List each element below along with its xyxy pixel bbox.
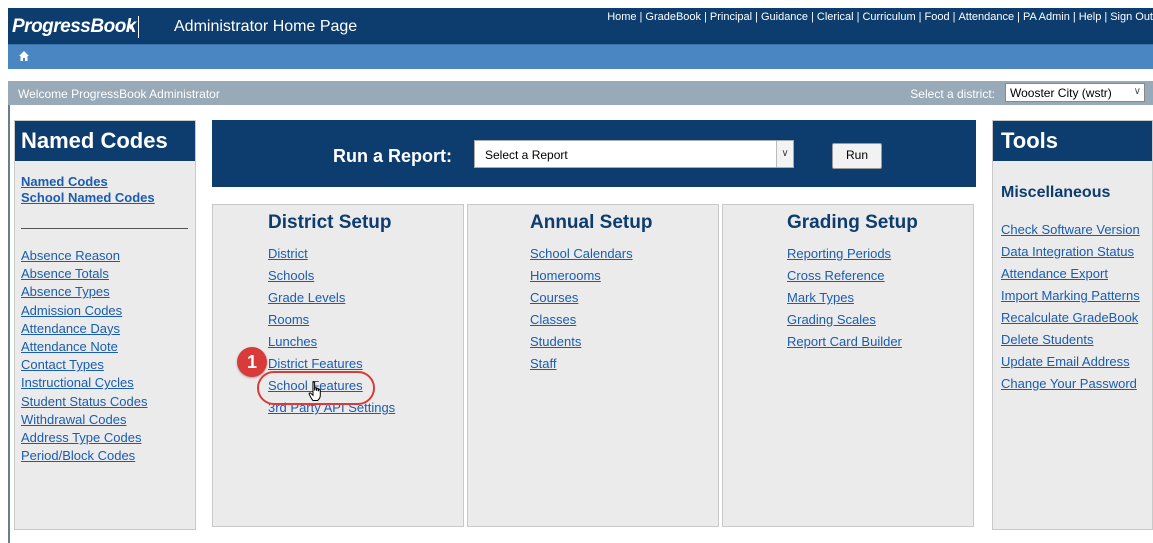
link-absence-reason[interactable]: Absence Reason <box>21 248 120 263</box>
link-attendance-export[interactable]: Attendance Export <box>1001 266 1108 281</box>
page-left-border <box>8 105 10 543</box>
link-address-type-codes[interactable]: Address Type Codes <box>21 430 141 445</box>
link-lunches[interactable]: Lunches <box>268 334 317 349</box>
nav-home[interactable]: Home <box>607 11 636 23</box>
breadcrumb <box>8 44 1153 69</box>
top-header: ProgressBook ▾ Administrator Home Page H… <box>8 8 1153 44</box>
nav-clerical[interactable]: Clerical <box>817 11 854 23</box>
nav-food[interactable]: Food <box>925 11 950 23</box>
link-grading-scales[interactable]: Grading Scales <box>787 312 876 327</box>
link-grade-levels[interactable]: Grade Levels <box>268 290 345 305</box>
miscellaneous-heading: Miscellaneous <box>1001 184 1111 201</box>
run-report-label: Run a Report: <box>333 146 452 166</box>
tools-list: Check Software Version Data Integration … <box>1001 219 1140 395</box>
nav-principal[interactable]: Principal <box>710 11 752 23</box>
named-codes-list: Absence Reason Absence Totals Absence Ty… <box>21 247 147 465</box>
nav-attendance[interactable]: Attendance <box>958 11 1014 23</box>
annual-setup-title: Annual Setup <box>530 212 653 233</box>
link-update-email-address[interactable]: Update Email Address <box>1001 354 1130 369</box>
report-select[interactable]: Select a Report ∨ <box>474 140 794 168</box>
nav-pa-admin[interactable]: PA Admin <box>1023 11 1070 23</box>
link-instructional-cycles[interactable]: Instructional Cycles <box>21 375 134 390</box>
link-contact-types[interactable]: Contact Types <box>21 357 104 372</box>
named-codes-top-links: Named Codes School Named Codes <box>21 174 155 206</box>
grading-setup-panel: Grading Setup Reporting Periods Cross Re… <box>722 204 974 527</box>
link-check-software-version[interactable]: Check Software Version <box>1001 222 1140 237</box>
district-select-value: Wooster City (wstr) <box>1010 86 1112 100</box>
report-select-value: Select a Report <box>485 148 568 162</box>
run-report-bar: Run a Report: Select a Report ∨ Run <box>212 120 976 187</box>
district-select[interactable]: Wooster City (wstr) ∨ <box>1005 83 1145 102</box>
welcome-text: Welcome ProgressBook Administrator <box>18 87 220 101</box>
link-period-block-codes[interactable]: Period/Block Codes <box>21 448 135 463</box>
link-recalculate-gradebook[interactable]: Recalculate GradeBook <box>1001 310 1138 325</box>
link-absence-totals[interactable]: Absence Totals <box>21 266 109 281</box>
link-mark-types[interactable]: Mark Types <box>787 290 854 305</box>
tools-title: Tools <box>993 121 1152 161</box>
home-icon[interactable] <box>18 50 30 62</box>
top-nav: Home | GradeBook | Principal | Guidance | Cleric… <box>607 11 1153 23</box>
nav-curriculum[interactable]: Curriculum <box>862 11 915 23</box>
tools-panel: Tools Miscellaneous Check Software Versi… <box>992 120 1153 530</box>
link-district-features[interactable]: District Features <box>268 356 363 371</box>
run-button[interactable]: Run <box>832 143 882 169</box>
chevron-down-icon: ∨ <box>1133 86 1141 97</box>
district-label: Select a district: <box>910 87 995 101</box>
annual-setup-list: School Calendars Homerooms Courses Class… <box>530 243 633 375</box>
annual-setup-panel: Annual Setup School Calendars Homerooms … <box>467 204 719 527</box>
grading-setup-list: Reporting Periods Cross Reference Mark T… <box>787 243 902 353</box>
link-students[interactable]: Students <box>530 334 581 349</box>
link-courses[interactable]: Courses <box>530 290 578 305</box>
callout-number-badge: 1 <box>237 347 267 377</box>
link-rooms[interactable]: Rooms <box>268 312 309 327</box>
link-schools[interactable]: Schools <box>268 268 314 283</box>
nav-gradebook[interactable]: GradeBook <box>645 11 701 23</box>
nav-guidance[interactable]: Guidance <box>761 11 808 23</box>
link-absence-types[interactable]: Absence Types <box>21 284 110 299</box>
divider <box>21 228 188 229</box>
nav-sign-out[interactable]: Sign Out <box>1110 11 1153 23</box>
link-named-codes[interactable]: Named Codes <box>21 174 108 189</box>
link-withdrawal-codes[interactable]: Withdrawal Codes <box>21 412 127 427</box>
nav-help[interactable]: Help <box>1079 11 1102 23</box>
page-title: Administrator Home Page <box>174 18 358 35</box>
link-reporting-periods[interactable]: Reporting Periods <box>787 246 891 261</box>
link-change-your-password[interactable]: Change Your Password <box>1001 376 1137 391</box>
link-report-card-builder[interactable]: Report Card Builder <box>787 334 902 349</box>
named-codes-title: Named Codes <box>15 121 195 161</box>
link-admission-codes[interactable]: Admission Codes <box>21 303 122 318</box>
link-homerooms[interactable]: Homerooms <box>530 268 601 283</box>
hand-pointer-icon <box>308 381 321 401</box>
chevron-down-icon: ∨ <box>776 141 793 167</box>
app-switcher-caret-icon[interactable]: ▾ <box>128 20 134 33</box>
link-attendance-note[interactable]: Attendance Note <box>21 339 118 354</box>
progressbook-logo[interactable]: ProgressBook <box>12 16 139 38</box>
link-school-named-codes[interactable]: School Named Codes <box>21 190 155 205</box>
grading-setup-title: Grading Setup <box>787 212 918 233</box>
district-setup-title: District Setup <box>268 212 392 233</box>
link-district[interactable]: District <box>268 246 308 261</box>
link-attendance-days[interactable]: Attendance Days <box>21 321 120 336</box>
named-codes-panel: Named Codes Named Codes School Named Cod… <box>14 120 196 530</box>
link-student-status-codes[interactable]: Student Status Codes <box>21 394 147 409</box>
link-data-integration-status[interactable]: Data Integration Status <box>1001 244 1134 259</box>
link-staff[interactable]: Staff <box>530 356 557 371</box>
welcome-bar: Welcome ProgressBook Administrator Selec… <box>8 81 1153 105</box>
link-import-marking-patterns[interactable]: Import Marking Patterns <box>1001 288 1140 303</box>
link-classes[interactable]: Classes <box>530 312 576 327</box>
link-cross-reference[interactable]: Cross Reference <box>787 268 885 283</box>
link-delete-students[interactable]: Delete Students <box>1001 332 1094 347</box>
link-school-calendars[interactable]: School Calendars <box>530 246 633 261</box>
